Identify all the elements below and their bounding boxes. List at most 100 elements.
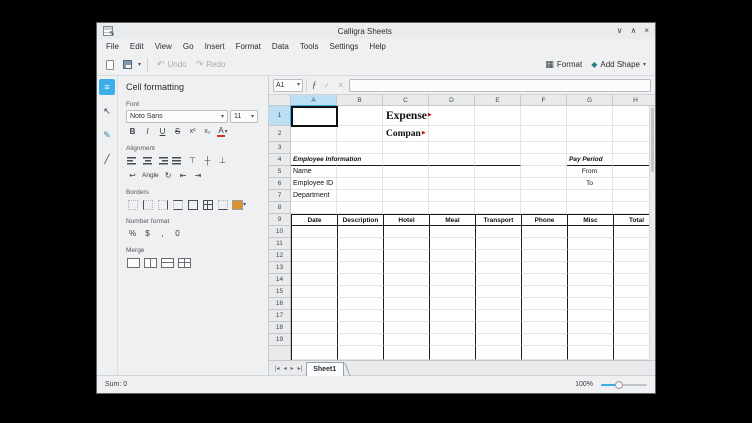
cell[interactable] xyxy=(476,226,522,238)
cell[interactable] xyxy=(292,262,338,274)
column-header-f[interactable]: F xyxy=(521,95,567,106)
menu-insert[interactable]: Insert xyxy=(200,41,230,52)
cell[interactable] xyxy=(383,166,429,178)
precision-button[interactable]: 0 xyxy=(171,227,184,240)
tool-selection[interactable]: ↖ xyxy=(99,103,115,119)
cell[interactable] xyxy=(430,286,476,298)
close-icon[interactable]: × xyxy=(644,27,649,35)
cell[interactable] xyxy=(338,310,384,322)
border-outline-button[interactable] xyxy=(186,198,199,211)
cell[interactable] xyxy=(292,322,338,334)
cell[interactable]: Misc xyxy=(568,214,614,226)
cell[interactable] xyxy=(384,250,430,262)
superscript-button[interactable]: x² xyxy=(186,125,199,138)
cell[interactable] xyxy=(522,322,568,334)
cell[interactable] xyxy=(430,274,476,286)
cell[interactable]: Compan ▶ xyxy=(383,126,429,142)
border-top-bottom-button[interactable] xyxy=(171,198,184,211)
row-header[interactable]: 3 xyxy=(269,142,291,154)
vertical-scrollbar[interactable] xyxy=(649,106,655,360)
cells-area[interactable]: Expense ▶ Compan ▶ Employee Information Pay… xyxy=(291,106,649,360)
border-right-button[interactable] xyxy=(156,198,169,211)
cell[interactable]: Total xyxy=(614,214,649,226)
unmerge-button[interactable] xyxy=(177,256,192,269)
cell[interactable] xyxy=(521,142,567,154)
cell[interactable] xyxy=(614,274,649,286)
cell[interactable]: Employee Information xyxy=(291,154,361,166)
row-header[interactable]: 15 xyxy=(269,286,291,298)
column-header-d[interactable]: D xyxy=(429,95,475,106)
cell[interactable] xyxy=(430,262,476,274)
cell[interactable] xyxy=(338,274,384,286)
cell[interactable] xyxy=(567,126,613,142)
cell[interactable] xyxy=(568,262,614,274)
redo-button[interactable]: ↷ Redo xyxy=(193,58,229,71)
row-header[interactable]: 17 xyxy=(269,310,291,322)
cell[interactable] xyxy=(292,310,338,322)
cell[interactable] xyxy=(613,142,649,154)
underline-button[interactable]: U xyxy=(156,125,169,138)
angle-button[interactable]: Angle xyxy=(141,169,160,182)
cell[interactable] xyxy=(291,126,337,142)
cell[interactable] xyxy=(430,250,476,262)
cell[interactable]: Hotel xyxy=(384,214,430,226)
cell[interactable]: Name xyxy=(291,166,337,178)
subscript-button[interactable]: x₂ xyxy=(201,125,214,138)
cell[interactable] xyxy=(337,178,383,190)
menu-help[interactable]: Help xyxy=(364,41,390,52)
cell[interactable] xyxy=(429,202,475,214)
column-header-b[interactable]: B xyxy=(337,95,383,106)
cell[interactable] xyxy=(522,274,568,286)
tool-pen[interactable]: ✎ xyxy=(99,127,115,143)
cell[interactable] xyxy=(429,166,475,178)
next-sheet-button[interactable]: ▸ xyxy=(291,365,294,372)
cell[interactable] xyxy=(338,298,384,310)
cell[interactable] xyxy=(613,166,649,178)
cell[interactable] xyxy=(614,262,649,274)
cell[interactable] xyxy=(521,190,567,202)
border-left-button[interactable] xyxy=(141,198,154,211)
cell[interactable] xyxy=(430,334,476,346)
cell[interactable] xyxy=(383,142,429,154)
cell[interactable] xyxy=(292,226,338,238)
cell[interactable] xyxy=(384,298,430,310)
align-justify-button[interactable] xyxy=(171,154,184,167)
cell[interactable] xyxy=(291,202,337,214)
valign-top-button[interactable]: ⊤ xyxy=(186,154,199,167)
cell[interactable]: Phone xyxy=(522,214,568,226)
rotate-text-button[interactable]: ↻ xyxy=(162,169,175,182)
cell[interactable] xyxy=(338,286,384,298)
border-bottom-button[interactable] xyxy=(216,198,229,211)
cell[interactable] xyxy=(522,250,568,262)
cell[interactable]: To xyxy=(567,178,613,190)
row-header[interactable]: 9 xyxy=(269,214,291,226)
cell[interactable] xyxy=(567,190,613,202)
cell[interactable] xyxy=(522,286,568,298)
cell[interactable] xyxy=(522,226,568,238)
cell[interactable] xyxy=(383,154,429,166)
cell[interactable] xyxy=(568,310,614,322)
cell[interactable] xyxy=(614,322,649,334)
valign-bottom-button[interactable]: ⊥ xyxy=(216,154,229,167)
cell[interactable] xyxy=(384,226,430,238)
cell[interactable] xyxy=(475,190,521,202)
menu-file[interactable]: File xyxy=(101,41,124,52)
cell[interactable] xyxy=(613,202,649,214)
cell[interactable] xyxy=(384,310,430,322)
tool-line[interactable]: ╱ xyxy=(99,151,115,167)
cell[interactable]: Employee ID xyxy=(291,178,337,190)
border-color-button[interactable]: ▾ xyxy=(231,198,247,211)
cell[interactable] xyxy=(475,178,521,190)
column-header-c[interactable]: C xyxy=(383,95,429,106)
cell[interactable] xyxy=(338,226,384,238)
cell[interactable] xyxy=(568,274,614,286)
apply-formula-button[interactable]: ✓ xyxy=(322,81,333,90)
cell[interactable] xyxy=(476,274,522,286)
row-header[interactable]: 2 xyxy=(269,126,291,142)
row-header[interactable]: 13 xyxy=(269,262,291,274)
indent-more-button[interactable]: ⇥ xyxy=(192,169,205,182)
menu-data[interactable]: Data xyxy=(267,41,294,52)
cell[interactable] xyxy=(475,202,521,214)
align-center-button[interactable] xyxy=(141,154,154,167)
cell[interactable] xyxy=(521,202,567,214)
